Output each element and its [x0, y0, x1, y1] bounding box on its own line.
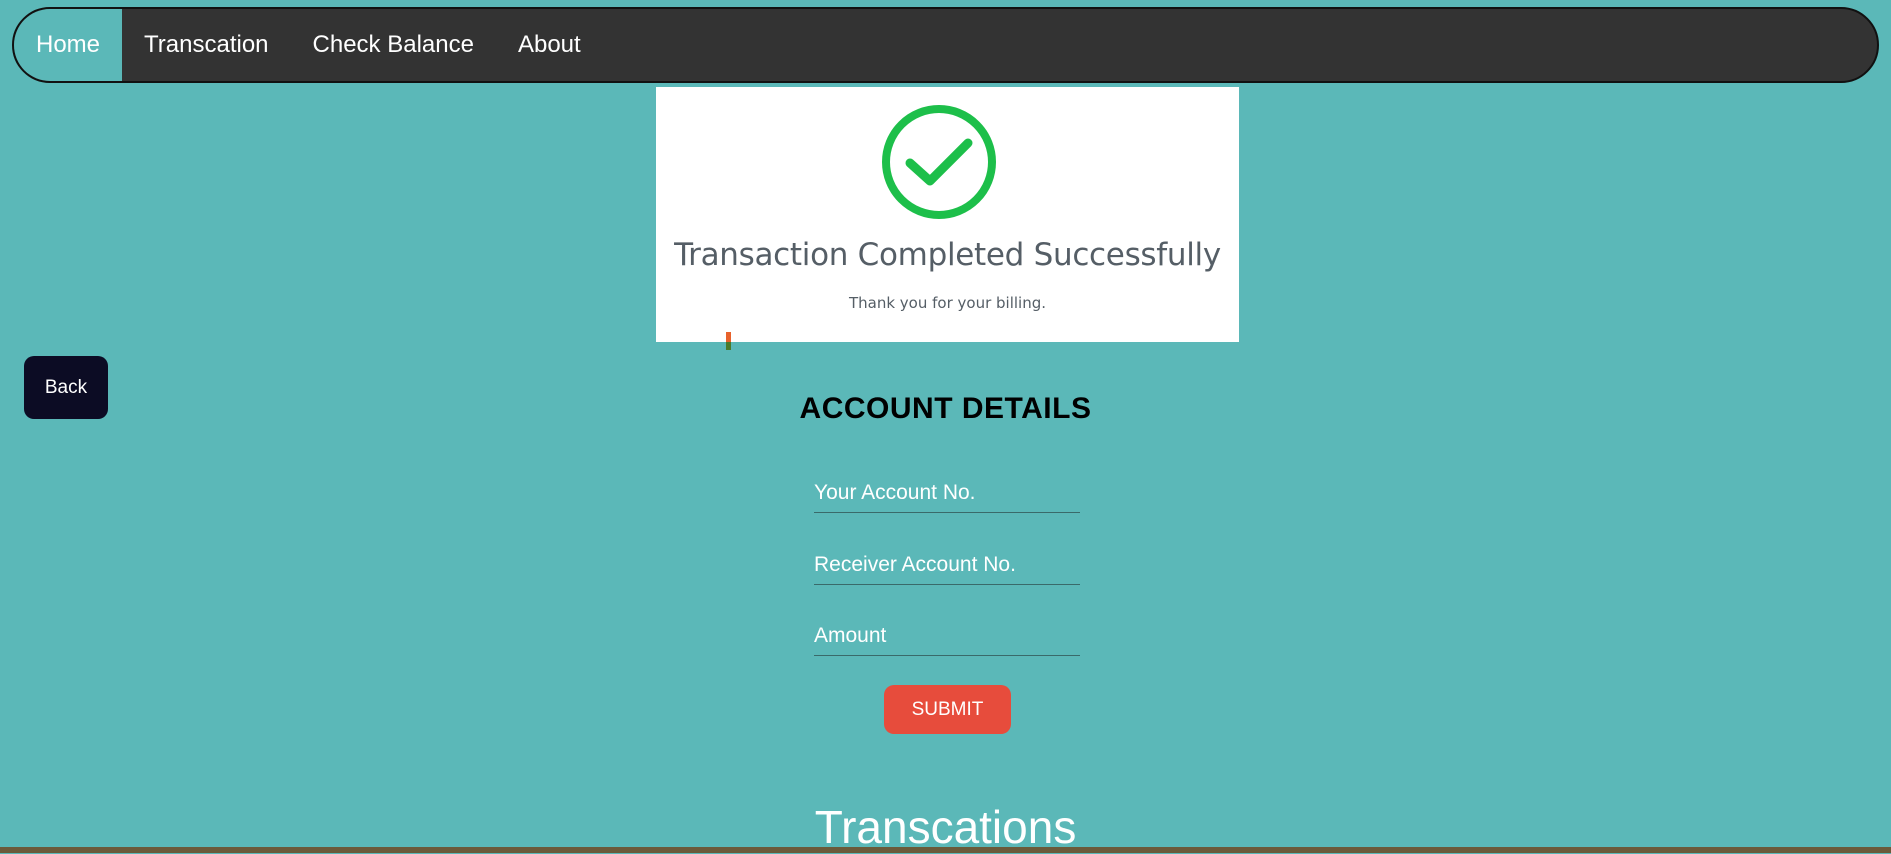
check-circle-icon — [882, 105, 996, 219]
receiver-account-input[interactable] — [814, 545, 1080, 585]
bottom-divider — [0, 847, 1891, 853]
nav-check-balance[interactable]: Check Balance — [291, 9, 496, 81]
nav-home[interactable]: Home — [14, 9, 123, 81]
nav-transaction[interactable]: Transcation — [122, 9, 291, 81]
success-title: Transaction Completed Successfully — [674, 237, 1221, 273]
account-details-heading: ACCOUNT DETAILS — [799, 392, 1092, 425]
success-image: Transaction Completed Successfully Thank… — [656, 87, 1239, 342]
top-navbar: Home Transcation Check Balance About — [12, 7, 1879, 83]
amount-input[interactable] — [814, 616, 1080, 656]
your-account-input[interactable] — [814, 473, 1080, 513]
success-subtitle: Thank you for your billing. — [848, 294, 1047, 312]
nav-about[interactable]: About — [496, 9, 603, 81]
decorative-mark — [726, 332, 731, 350]
transactions-heading: Transcations — [814, 801, 1077, 853]
submit-button[interactable]: SUBMIT — [884, 685, 1011, 734]
